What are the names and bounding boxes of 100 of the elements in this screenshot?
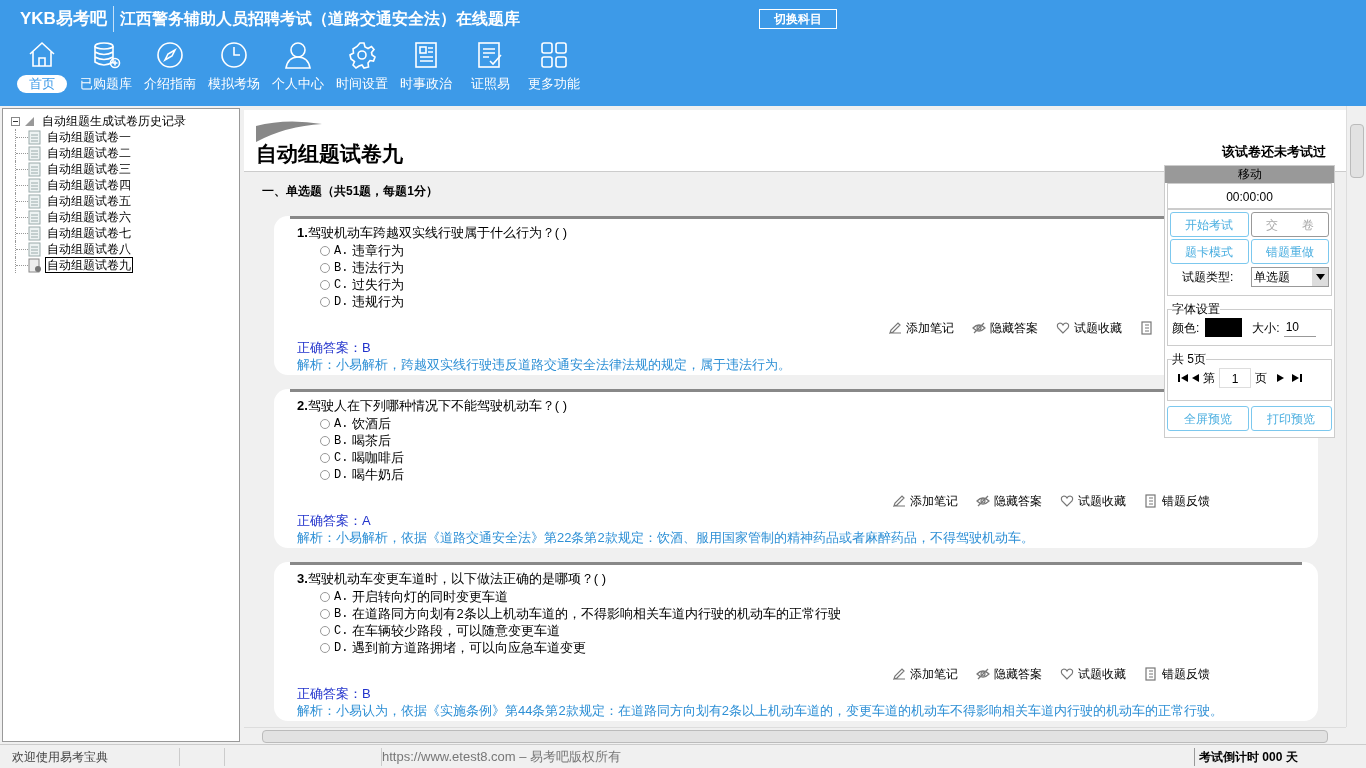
heart-icon (1060, 667, 1074, 681)
correct-answer: 正确答案：A (297, 513, 371, 528)
exam-status: 该试卷还未考试过 (1222, 143, 1326, 161)
answer-option[interactable]: A. 违章行为 (320, 242, 405, 259)
tree-item[interactable]: 自动组题试卷九 (45, 257, 133, 273)
size-label: 大小: (1252, 319, 1280, 337)
settings-icon (347, 40, 377, 70)
answer-option[interactable]: D. 违规行为 (320, 293, 405, 310)
welcome-text: 欢迎使用易考宝典 (0, 747, 180, 766)
tree-item[interactable]: 自动组题试卷二 (45, 145, 133, 161)
document-icon (28, 209, 42, 225)
notebook-icon (1144, 667, 1158, 681)
last-page-icon[interactable] (1292, 374, 1302, 382)
database-add-icon (91, 40, 121, 70)
size-field[interactable]: 10 (1283, 318, 1316, 337)
question-text: 3.驾驶机动车变更车道时，以下做法正确的是哪项？( ) (297, 571, 607, 586)
eye-slash-icon (976, 494, 990, 508)
group-label: 字体设置 (1172, 301, 1220, 318)
action-link[interactable]: 添加笔记 (906, 319, 954, 337)
tree-item[interactable]: 自动组题试卷八 (45, 241, 133, 257)
answer-option[interactable]: B. 在道路同方向划有2条以上机动车道的，不得影响相关车道内行驶的机动车的正常行驶 (320, 605, 841, 622)
answer-analysis: 解析：小易解析，依据《道路交通安全法》第22条第2款规定：饮酒、服用国家管制的精神药品或者麻醉药品，不得驾驶机动车。 (297, 530, 1034, 545)
grid-icon (539, 40, 569, 70)
tree-item[interactable]: 自动组题试卷四 (45, 177, 133, 193)
dropdown-arrow-icon (1315, 274, 1325, 280)
answer-option[interactable]: D. 遇到前方道路拥堵，可以向应急车道变更 (320, 639, 587, 656)
answer-option[interactable]: C. 过失行为 (320, 276, 405, 293)
color-swatch[interactable] (1205, 318, 1243, 337)
copyright-text: https://www.etest8.com – 易考吧版权所有 (382, 747, 623, 766)
document-icon (28, 129, 42, 145)
type-dropdown[interactable]: 单选题 (1250, 267, 1329, 287)
group-label: 共 5页 (1172, 351, 1206, 368)
pencil-icon (892, 494, 906, 508)
page-prefix: 第 (1203, 370, 1215, 387)
heart-icon (1056, 321, 1070, 335)
answer-option[interactable]: C. 喝咖啡后 (320, 449, 405, 466)
move-handle[interactable]: 移动 (1165, 166, 1334, 183)
question-text: 1.驾驶机动车跨越双实线行驶属于什么行为？( ) (297, 225, 568, 240)
answer-option[interactable]: A. 饮酒后 (320, 415, 392, 432)
document-icon (28, 193, 42, 209)
logo: YKB易考吧 (20, 6, 114, 32)
page-suffix: 页 (1255, 370, 1267, 387)
action-link[interactable]: 隐藏答案 (994, 492, 1042, 510)
action-link[interactable]: 隐藏答案 (990, 319, 1038, 337)
answer-option[interactable]: B. 喝茶后 (320, 432, 392, 449)
first-page-icon[interactable] (1178, 374, 1188, 382)
document-icon (28, 225, 42, 241)
compass-icon (155, 40, 185, 70)
tree-item[interactable]: 自动组题试卷三 (45, 161, 133, 177)
notebook-icon (1140, 321, 1154, 335)
user-icon (283, 40, 313, 70)
notebook-icon (1144, 494, 1158, 508)
action-link[interactable]: 错题反馈 (1162, 665, 1210, 683)
checklist-icon (475, 40, 505, 70)
home-icon (27, 40, 57, 70)
answer-option[interactable]: D. 喝牛奶后 (320, 466, 405, 483)
action-link[interactable]: 试题收藏 (1074, 319, 1122, 337)
pencil-icon (892, 667, 906, 681)
next-page-icon[interactable] (1277, 374, 1284, 382)
timer-display: 00:00:00 (1167, 183, 1332, 209)
document-icon (28, 241, 42, 257)
document-icon (28, 177, 42, 193)
answer-option[interactable]: A. 开启转向灯的同时变更车道 (320, 588, 509, 605)
tree-item[interactable]: 自动组题试卷七 (45, 225, 133, 241)
collapse-toggle[interactable] (11, 116, 20, 126)
type-label: 试题类型: (1182, 269, 1235, 286)
action-link[interactable]: 隐藏答案 (994, 665, 1042, 683)
action-link[interactable]: 试题收藏 (1078, 492, 1126, 510)
action-link[interactable]: 添加笔记 (910, 665, 958, 683)
action-link[interactable]: 试题收藏 (1078, 665, 1126, 683)
document-icon (28, 161, 42, 177)
tree-item[interactable]: 自动组题试卷六 (45, 209, 133, 225)
answer-option[interactable]: B. 违法行为 (320, 259, 405, 276)
tree-item[interactable]: 自动组题试卷一 (45, 129, 133, 145)
question-text: 2.驾驶人在下列哪种情况下不能驾驶机动车？( ) (297, 398, 568, 413)
tree-item[interactable]: 自动组题生成试卷历史记录 (42, 112, 186, 130)
triangle-icon (23, 115, 35, 127)
action-link[interactable]: 添加笔记 (910, 492, 958, 510)
pencil-icon (888, 321, 902, 335)
eye-slash-icon (972, 321, 986, 335)
previous-page-icon[interactable] (1192, 374, 1199, 382)
page-field[interactable]: 1 (1219, 368, 1251, 388)
answer-option[interactable]: C. 在车辆较少路段，可以随意变更车道 (320, 622, 561, 639)
answer-analysis: 解析：小易解析，跨越双实线行驶违反道路交通安全法律法规的规定，属于违法行为。 (297, 357, 791, 372)
action-link[interactable]: 错题反馈 (1162, 492, 1210, 510)
correct-answer: 正确答案：B (297, 340, 371, 355)
clock-icon (219, 40, 249, 70)
document-icon (28, 145, 42, 161)
eye-slash-icon (976, 667, 990, 681)
paper-title: 自动组题试卷九 (256, 140, 403, 167)
tree-item[interactable]: 自动组题试卷五 (45, 193, 133, 209)
heart-icon (1060, 494, 1074, 508)
vertical-scrollbar[interactable] (1346, 106, 1366, 727)
section-heading: 一、单选题（共51题，每题1分） (262, 183, 439, 200)
correct-answer: 正确答案：B (297, 686, 371, 701)
answer-analysis: 解析：小易认为，依据《实施条例》第44条第2款规定：在道路同方向划有2条以上机动车道的，变更车道的机动车不得影响相关车道内行驶的机动车的正常行驶。 (297, 703, 1223, 718)
color-label: 颜色: (1172, 319, 1200, 337)
app-title: 江西警务辅助人员招聘考试（道路交通安全法）在线题库 (118, 9, 521, 29)
document-pin-icon (28, 257, 42, 273)
exam-countdown: 考试倒计时 000 天 (1194, 747, 1298, 766)
